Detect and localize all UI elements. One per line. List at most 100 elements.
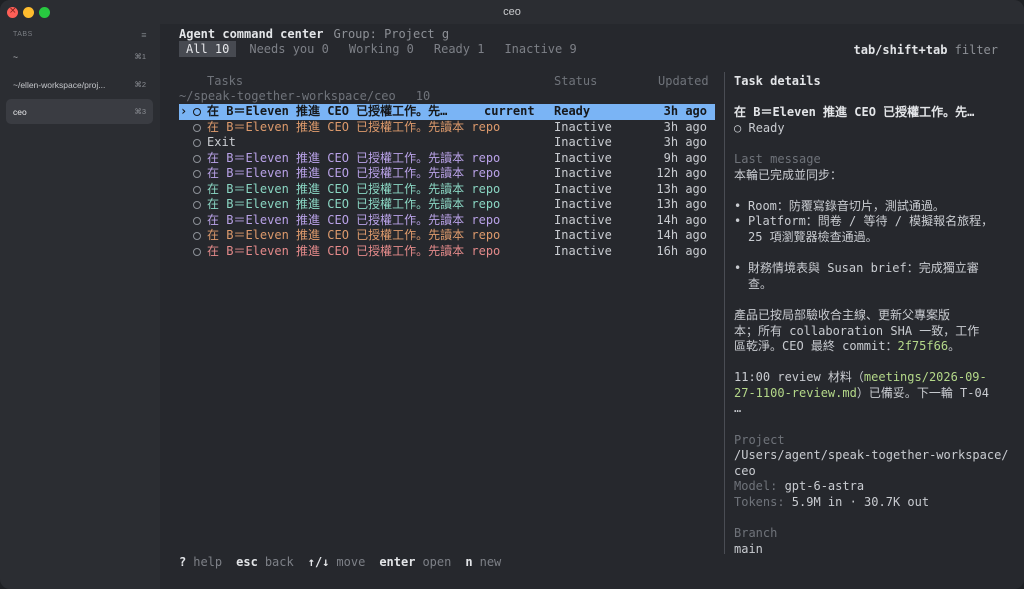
task-row[interactable]: 在 B＝Eleven 推進 CEO 已授權工作。先讀本 repo A… Inact… — [179, 197, 715, 213]
filter-tabs: All 10 Needs you 0 Working 0 Ready 1 Inactiv… — [179, 41, 590, 57]
last-message-label: Last message — [734, 151, 821, 166]
tokens-value: 5.9M in · 30.7K out — [791, 495, 930, 510]
key-name: ? — [179, 555, 187, 569]
maximize-window-button[interactable] — [39, 7, 50, 18]
tabs-heading: TABS ≡ — [13, 30, 147, 40]
task-updated: 14h ago — [656, 228, 707, 242]
key-name: ↑/↓ — [307, 555, 330, 569]
key-action: new — [479, 555, 502, 569]
paragraph-line: 本；所有 collaboration SHA 一致，工作 — [734, 323, 980, 338]
task-row[interactable]: 在 B＝Eleven 推進 CEO 已授權工作。先讀本 repo A… Inact… — [179, 244, 715, 260]
message-bullet: Room：防覆寫錄音切片，測試通過。 — [734, 199, 1009, 215]
tab-shortcut: ⌘1 — [134, 52, 146, 61]
key-name: enter — [379, 555, 416, 569]
task-updated: 3h ago — [663, 135, 707, 149]
message-bullet: 財務情境表與 Susan brief：完成獨立審查。 — [734, 261, 1009, 292]
paragraph-line: 產品已按局部驗收合主線、更新父專案版 — [734, 307, 951, 322]
details-task-title: 在 B＝Eleven 推進 CEO 已授權工作。先… — [734, 105, 975, 120]
paragraph-line: 。 — [948, 339, 961, 354]
filter-icon[interactable]: ≡ — [141, 30, 147, 40]
task-row[interactable]: 在 B＝Eleven 推進 CEO 已授權工作。先讀本 repo A… Inact… — [179, 120, 715, 136]
task-list: › 在 B＝Eleven 推進 CEO 已授權工作。先… current Ready 3… — [179, 104, 715, 259]
task-status: Inactive — [554, 166, 612, 180]
filter-tab-needs-you[interactable]: Needs you 0 — [242, 41, 335, 57]
filter-tab-working[interactable]: Working 0 — [342, 41, 421, 57]
task-row[interactable]: 在 B＝Eleven 推進 CEO 已授權工作。先讀本 repo A… Inact… — [179, 166, 715, 182]
task-row[interactable]: › 在 B＝Eleven 推進 CEO 已授權工作。先… current Ready 3… — [179, 104, 715, 120]
sidebar-tab-ceo[interactable]: ceo ⌘3 — [6, 99, 153, 124]
key-name: n — [465, 555, 473, 569]
close-icon: × — [9, 6, 17, 16]
hint-key: tab/shift+tab — [853, 43, 948, 57]
task-title: 在 B＝Eleven 推進 CEO 已授權工作。先讀本 repo A… — [207, 150, 507, 165]
keybinding-hint: esc back — [236, 555, 294, 569]
terminal-pane: Agent command center Group: Project g All… — [160, 24, 1024, 589]
task-status: Inactive — [554, 119, 612, 134]
meeting-file-link[interactable]: meetings/2026-09- — [864, 370, 987, 384]
project-path: ~/speak-together-workspace/ceo — [179, 89, 396, 103]
paragraph-line: 11:00 review 材料（ — [734, 370, 864, 385]
filter-tab-all[interactable]: All 10 — [179, 41, 237, 57]
status-circle-icon — [193, 170, 201, 178]
key-action: back — [264, 555, 294, 569]
task-row[interactable]: 在 B＝Eleven 推進 CEO 已授權工作。先讀本 repo A… Inact… — [179, 151, 715, 167]
model-label: Model: — [734, 479, 785, 494]
tokens-label: Tokens: — [734, 495, 792, 510]
task-row[interactable]: Exit Inactive 3h ago — [179, 135, 715, 151]
task-updated: 9h ago — [663, 150, 707, 165]
meeting-file-link[interactable]: 27-1100-review.md — [734, 386, 857, 400]
keybinding-footer: ? help esc back ↑/↓ move enter open n new — [179, 555, 515, 569]
project-group-header: ~/speak-together-workspace/ceo 10 — [179, 89, 430, 103]
keybinding-hint: n new — [465, 555, 501, 569]
status-circle-icon — [193, 247, 201, 256]
key-name: esc — [236, 555, 258, 569]
task-status: Inactive — [554, 181, 612, 196]
key-action: help — [193, 555, 223, 569]
key-action: move — [336, 555, 366, 569]
tab-label: ~ — [13, 52, 18, 62]
header: Agent command center Group: Project g — [179, 27, 449, 41]
column-header-tasks: Tasks — [207, 74, 244, 88]
task-status: Inactive — [554, 135, 612, 149]
status-circle-icon — [193, 185, 201, 194]
task-title: 在 B＝Eleven 推進 CEO 已授權工作。先讀本 repo A… — [207, 119, 507, 134]
task-title: 在 B＝Eleven 推進 CEO 已授權工作。先讀本 repo A… — [207, 228, 507, 242]
task-row[interactable]: 在 B＝Eleven 推進 CEO 已授權工作。先讀本 repo A… Inact… — [179, 228, 715, 244]
task-updated: 13h ago — [656, 197, 707, 211]
path-line: /Users/agent/speak-together-workspace/ — [734, 448, 1009, 463]
task-updated: 14h ago — [656, 212, 707, 227]
pane-divider — [724, 72, 725, 554]
task-updated: 3h ago — [663, 119, 707, 134]
status-circle-icon — [193, 123, 201, 132]
tabs-sidebar: TABS ≡ ~ ⌘1 ~/ellen-workspace/proj... ⌘2… — [0, 24, 160, 589]
column-header-updated: Updated — [658, 74, 709, 88]
window-title: ceo — [503, 6, 521, 18]
status-circle-icon — [193, 139, 201, 147]
sidebar-tab-home[interactable]: ~ ⌘1 — [6, 44, 153, 69]
minimize-window-button[interactable] — [23, 7, 34, 18]
message-paragraph: 11:00 review 材料（meetings/2026-09- 27-1100… — [734, 370, 1009, 417]
details-heading: Task details — [734, 74, 821, 88]
task-row[interactable]: 在 B＝Eleven 推進 CEO 已授權工作。先讀本 repo A… Inact… — [179, 182, 715, 198]
status-circle-icon — [193, 201, 201, 209]
column-header-status: Status — [554, 74, 598, 88]
task-status: Inactive — [554, 197, 612, 211]
sidebar-tab-ellen-workspace[interactable]: ~/ellen-workspace/proj... ⌘2 — [6, 72, 153, 97]
page-title: Agent command center — [179, 27, 324, 41]
paragraph-line: 區乾淨。CEO 最終 commit： — [734, 339, 898, 354]
task-row[interactable]: 在 B＝Eleven 推進 CEO 已授權工作。先讀本 repo A… Inact… — [179, 213, 715, 229]
filter-tab-ready[interactable]: Ready 1 — [427, 41, 492, 57]
close-window-button[interactable]: × — [7, 6, 18, 18]
group-indicator: Group: Project g — [333, 27, 450, 41]
bullet-text: 25 項瀏覽器檢查通過。 — [748, 229, 878, 244]
model-value: gpt-6-astra — [784, 479, 865, 494]
status-circle-icon — [193, 154, 201, 163]
hint-text: filter — [947, 43, 998, 57]
filter-tab-inactive[interactable]: Inactive 9 — [497, 41, 583, 57]
task-title: 在 B＝Eleven 推進 CEO 已授權工作。先讀本 repo A… — [207, 181, 507, 196]
status-circle-icon — [193, 108, 201, 116]
task-updated: 16h ago — [656, 243, 707, 258]
status-circle-icon: ○ — [734, 120, 742, 135]
project-path-value: /Users/agent/speak-together-workspace/ce… — [734, 448, 1009, 479]
tab-shortcut: ⌘2 — [134, 80, 146, 89]
